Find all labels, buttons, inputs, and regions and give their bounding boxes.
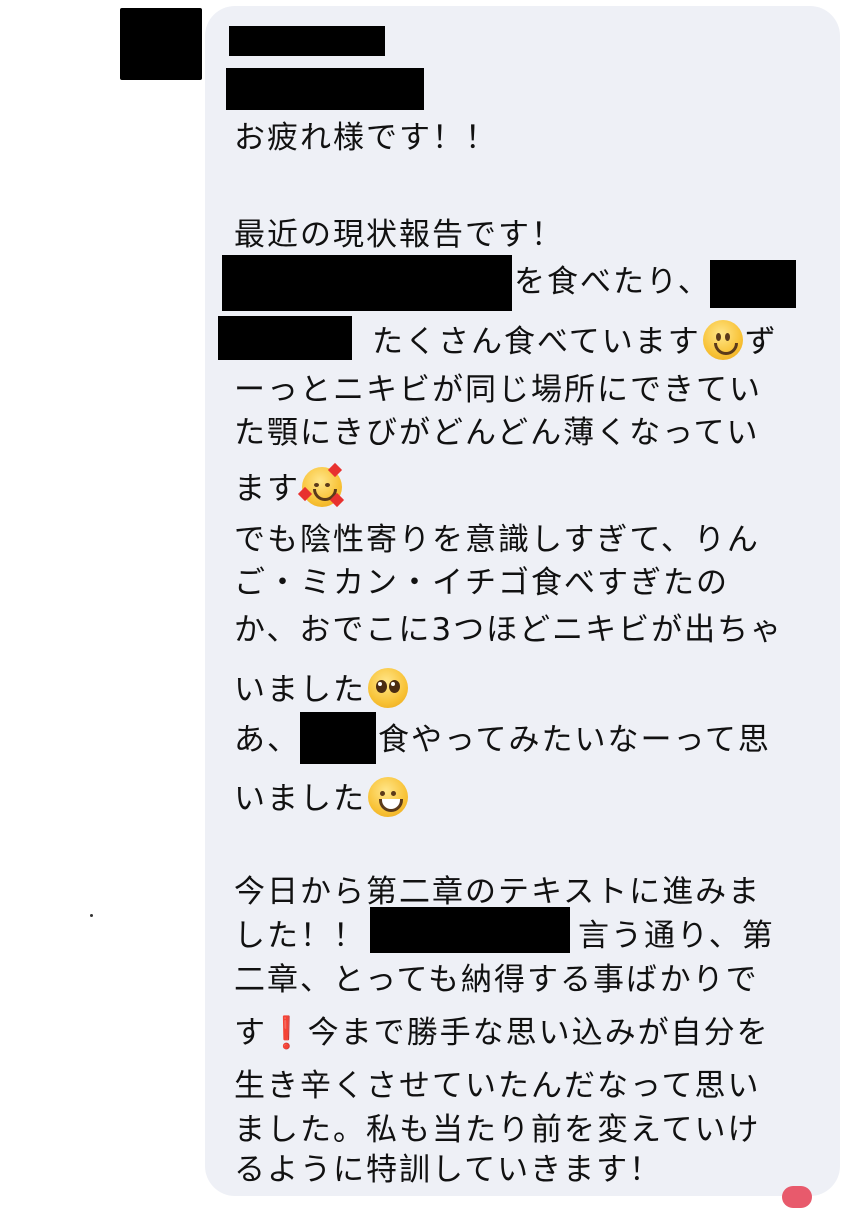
message-line: た顎にきびがどんどん薄くなってい [234,415,760,451]
message-text: いました [234,781,366,817]
grinning-face-icon [368,777,408,817]
message-line: ました。私も当たり前を変えていけ [234,1112,761,1148]
message-line: ーっとニキビが同じ場所にできてい [234,372,762,408]
message-line: ます [234,462,345,509]
message-line: 最近の現状報告です！ [234,217,564,253]
message-text: ます [234,471,300,507]
message-line: でも陰性寄りを意識しすぎて、りん [234,522,760,558]
pleading-face-icon [368,668,408,708]
message-line: るように特訓していきます！ [234,1152,663,1188]
message-text: いました [234,672,366,708]
redacted-text [710,260,796,308]
message-line: いました [234,777,410,819]
sender-avatar-redacted[interactable] [120,8,202,80]
message-line: たくさん食べています ず [372,320,778,362]
redacted-name-line-1 [229,26,385,56]
smiling-face-with-hearts-icon [297,462,345,508]
message-line: あ、 [234,722,300,758]
redacted-text [370,907,570,953]
message-text: 今まで勝手な思い込みが自分を [307,1015,770,1051]
redacted-name-line-2 [226,68,424,110]
message-line: 今日から第二章のテキストに進みま [234,874,762,910]
message-text: ず [744,324,778,360]
message-line: 二章、とっても納得する事ばかりで [234,962,759,998]
message-line: した！！ [234,918,366,954]
redacted-text [222,255,512,311]
redacted-text [300,712,376,764]
message-line: お疲れ様です！！ [234,120,498,156]
message-line: ご・ミカン・イチゴ食べすぎたの [234,565,729,601]
message-line: す❗今まで勝手な思い込みが自分を [234,1013,770,1053]
redacted-text [218,316,352,360]
exclamation-icon: ❗ [267,1015,308,1051]
message-line: か、おでこに3つほどニキビが出ちゃ [234,612,784,648]
slightly-smiling-face-icon [702,320,743,360]
message-line: 言う通り、第 [578,918,775,954]
message-line: いました [234,668,410,710]
reaction-badge[interactable] [782,1186,812,1208]
message-line: 食やってみたいなーって思 [378,722,771,758]
message-text: す [234,1015,267,1051]
message-line: 生き辛くさせていたんだなって思い [234,1068,761,1104]
stray-dot [90,914,93,917]
message-text: たくさん食べています [372,324,701,360]
message-line: を食べたり、 [514,264,711,300]
